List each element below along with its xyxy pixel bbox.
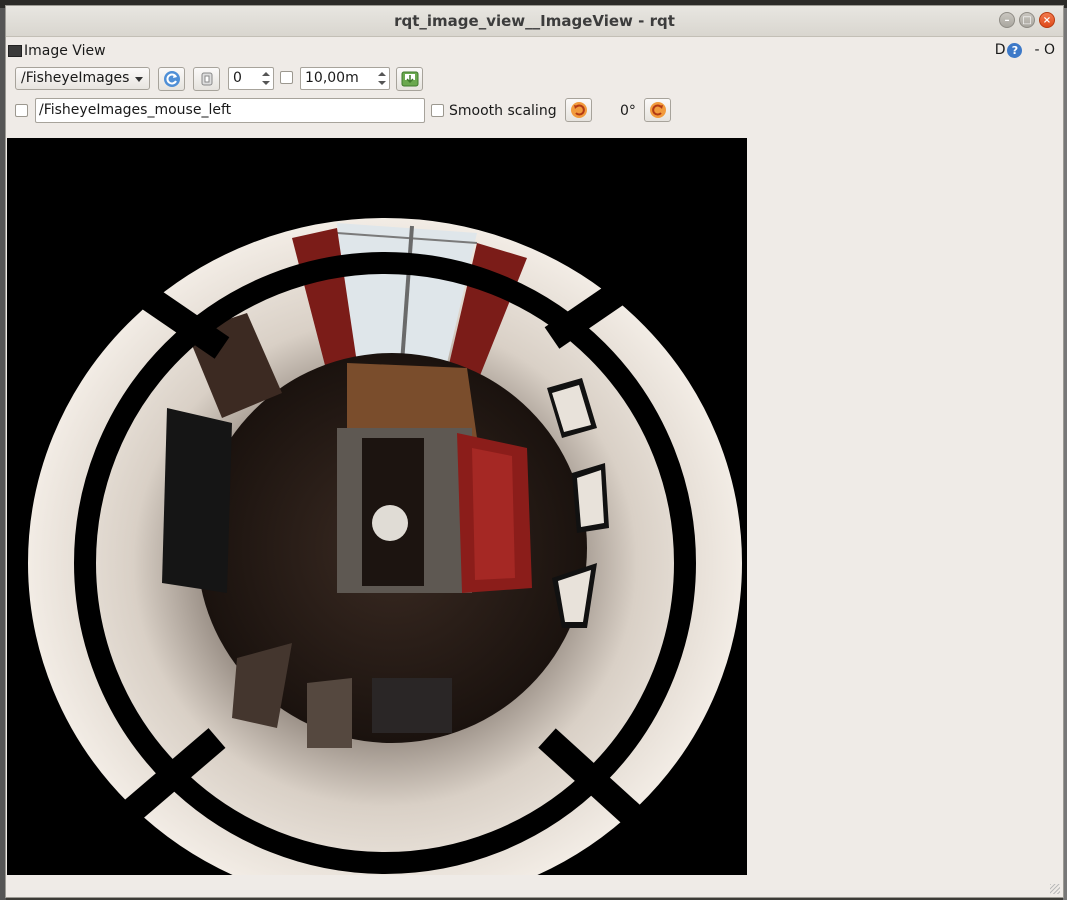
topic-combobox[interactable]: /FisheyeImages xyxy=(15,67,150,90)
max-range-value: 10,00m xyxy=(305,70,359,86)
save-image-button[interactable] xyxy=(396,67,423,91)
rqt-window: rqt_image_view__ImageView - rqt – □ × Im… xyxy=(5,5,1064,898)
spin-down-icon[interactable] xyxy=(262,81,270,85)
zoom-fit-icon xyxy=(201,72,212,86)
dynamic-range-checkbox[interactable] xyxy=(280,71,293,84)
maximize-button[interactable]: □ xyxy=(1019,12,1035,28)
spin-up-icon[interactable] xyxy=(378,72,386,76)
spin-up-icon[interactable] xyxy=(262,72,270,76)
dock-float-icon[interactable] xyxy=(8,45,22,57)
resize-grip[interactable] xyxy=(1050,884,1060,894)
rotate-left-icon xyxy=(570,102,587,118)
chevron-down-icon xyxy=(135,77,143,82)
rotate-right-button[interactable] xyxy=(644,98,671,122)
zoom-spinbox[interactable]: 0 xyxy=(228,67,274,90)
close-button[interactable]: × xyxy=(1039,12,1055,28)
dock-title-label: Image View xyxy=(24,43,106,59)
smooth-scaling-label: Smooth scaling xyxy=(449,103,557,119)
dock-d-label[interactable]: D xyxy=(995,42,1006,58)
refresh-topics-button[interactable] xyxy=(158,67,185,91)
rotate-right-icon xyxy=(649,102,666,118)
window-title: rqt_image_view__ImageView - rqt xyxy=(394,12,675,30)
refresh-icon xyxy=(163,71,180,87)
dock-title: Image View xyxy=(8,42,106,60)
mouse-topic-input[interactable]: /FisheyeImages_mouse_left xyxy=(35,98,425,123)
zoom-spinbox-value: 0 xyxy=(233,70,242,86)
window-controls: – □ × xyxy=(999,12,1055,28)
dock-right-text[interactable]: - O xyxy=(1034,42,1055,58)
window-titlebar[interactable]: rqt_image_view__ImageView - rqt – □ × xyxy=(6,6,1063,37)
rotation-label: 0° xyxy=(620,103,636,119)
publish-mouse-checkbox[interactable] xyxy=(15,104,28,117)
max-range-spinbox[interactable]: 10,00m xyxy=(300,67,390,90)
mouse-topic-value: /FisheyeImages_mouse_left xyxy=(39,102,232,118)
zoom-fit-button[interactable] xyxy=(193,67,220,91)
image-display[interactable] xyxy=(7,138,747,875)
spin-down-icon[interactable] xyxy=(378,81,386,85)
rotate-left-button[interactable] xyxy=(565,98,592,122)
dock-controls: D ? - O xyxy=(995,42,1055,58)
smooth-scaling-checkbox[interactable] xyxy=(431,104,444,117)
save-image-icon xyxy=(401,71,418,87)
minimize-button[interactable]: – xyxy=(999,12,1015,28)
help-icon[interactable]: ? xyxy=(1007,42,1023,58)
topic-combobox-value: /FisheyeImages xyxy=(21,70,130,86)
fisheye-room-image xyxy=(18,208,747,875)
